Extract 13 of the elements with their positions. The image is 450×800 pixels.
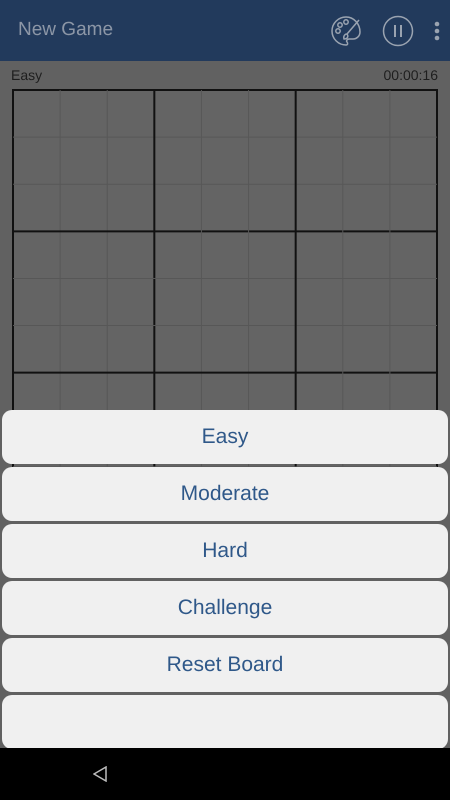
back-icon[interactable] [93, 766, 107, 782]
menu-option[interactable]: Challenge [2, 581, 448, 635]
timer: 00:00:16 [384, 66, 438, 84]
menu-option[interactable]: Easy [2, 410, 448, 464]
app-title: New Game [18, 18, 114, 42]
difficulty-label: Easy [11, 66, 42, 85]
palette-icon[interactable] [330, 14, 362, 46]
more-options-icon[interactable] [434, 20, 440, 40]
menu-option[interactable]: Reset Board [2, 638, 448, 692]
menu-option[interactable]: Moderate [2, 467, 448, 521]
menu-option[interactable]: Hard [2, 524, 448, 578]
menu-option[interactable] [2, 695, 448, 749]
pause-icon[interactable] [382, 14, 414, 46]
